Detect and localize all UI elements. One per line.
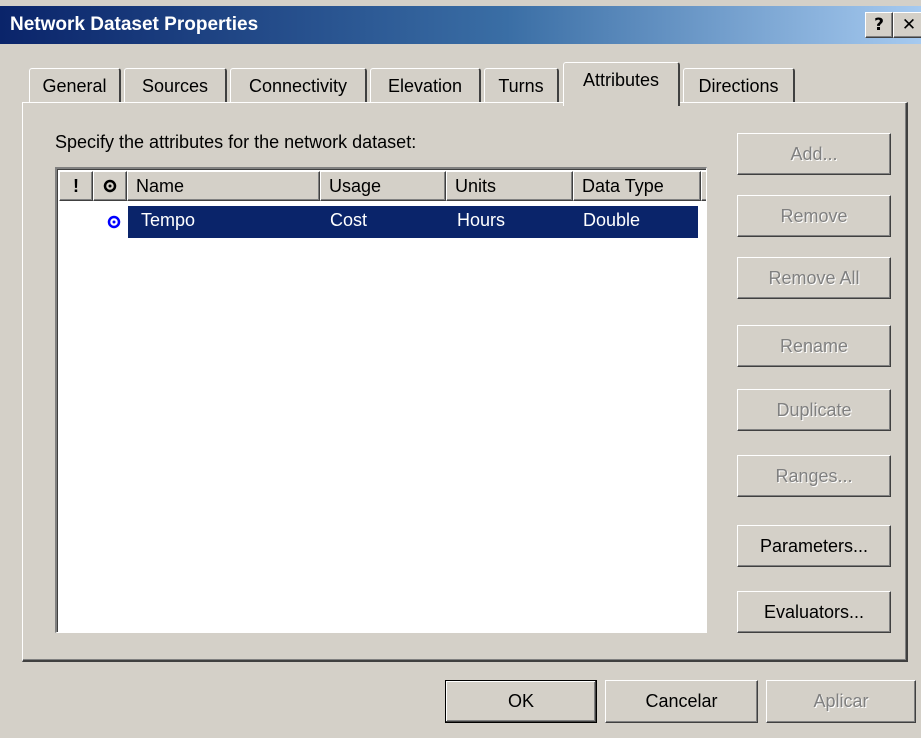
tab-turns[interactable]: Turns xyxy=(484,68,559,102)
tab-elevation[interactable]: Elevation xyxy=(370,68,481,102)
title-bar[interactable]: Network Dataset Properties ? ✕ xyxy=(0,6,921,44)
attributes-tab-page xyxy=(22,102,908,662)
apply-button[interactable]: Aplicar xyxy=(766,680,916,723)
ok-button[interactable]: OK xyxy=(445,680,597,723)
cancel-button[interactable]: Cancelar xyxy=(605,680,758,723)
tab-attributes[interactable]: Attributes xyxy=(563,62,680,106)
window-title: Network Dataset Properties xyxy=(10,14,259,35)
close-button[interactable]: ✕ xyxy=(893,12,921,38)
tab-general[interactable]: General xyxy=(29,68,121,102)
tab-connectivity[interactable]: Connectivity xyxy=(230,68,367,102)
tab-directions[interactable]: Directions xyxy=(683,68,795,102)
tab-sources[interactable]: Sources xyxy=(124,68,227,102)
help-button[interactable]: ? xyxy=(865,12,893,38)
dialog-window: Network Dataset Properties ? ✕ General S… xyxy=(0,0,921,738)
